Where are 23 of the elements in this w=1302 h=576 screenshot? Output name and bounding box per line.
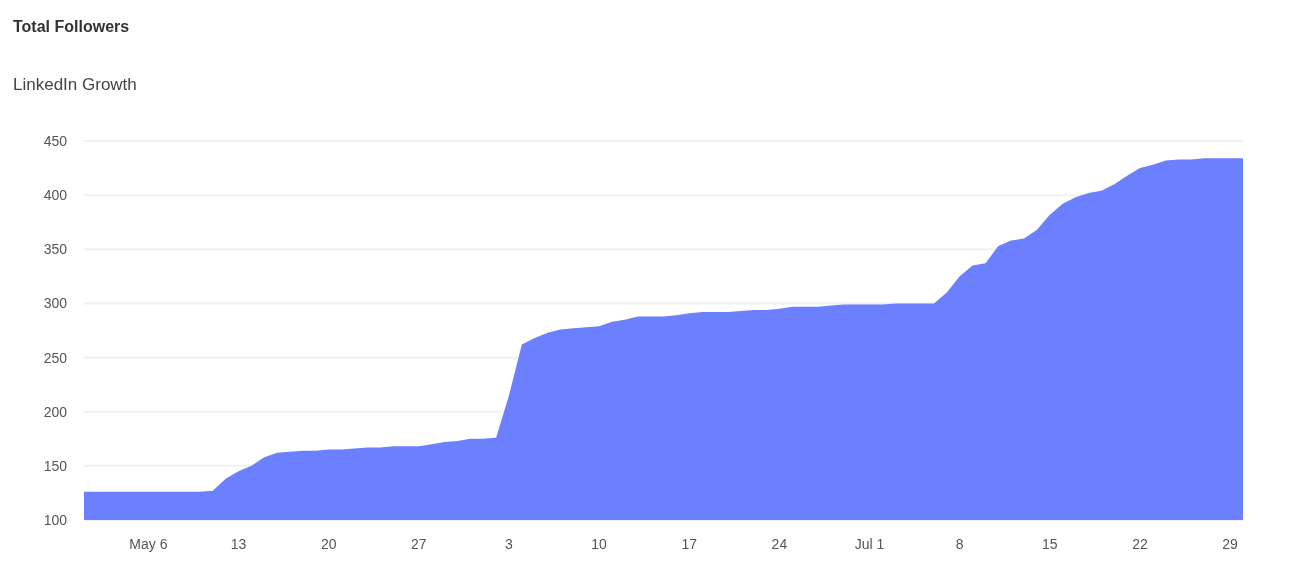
card-title: Total Followers <box>13 18 130 36</box>
y-axis-label: 400 <box>43 187 67 204</box>
y-axis-label: 350 <box>43 241 67 258</box>
x-axis-label: 10 <box>591 536 607 552</box>
x-axis-label: 29 <box>1222 536 1238 552</box>
x-axis-label: 27 <box>411 536 427 552</box>
x-axis-label: 24 <box>771 536 788 552</box>
x-axis-label: 3 <box>505 536 513 552</box>
y-axis-label: 250 <box>43 349 67 366</box>
y-axis-label: 450 <box>43 133 67 149</box>
x-axis-label: 20 <box>320 536 337 552</box>
x-axis-label: 8 <box>955 536 964 552</box>
x-axis-label: 22 <box>1132 536 1148 552</box>
x-axis-label: 17 <box>681 536 698 552</box>
x-axis-label: May 6 <box>129 536 168 552</box>
x-axis-label: 13 <box>230 536 247 552</box>
y-axis-label: 200 <box>43 403 67 420</box>
y-axis-label: 100 <box>43 512 67 528</box>
y-axis-label: 300 <box>43 295 67 312</box>
x-axis-label: Jul 1 <box>854 536 885 552</box>
chart-subtitle: LinkedIn Growth <box>13 75 137 95</box>
x-axis-label: 15 <box>1042 536 1058 552</box>
y-axis-label: 150 <box>43 457 67 474</box>
